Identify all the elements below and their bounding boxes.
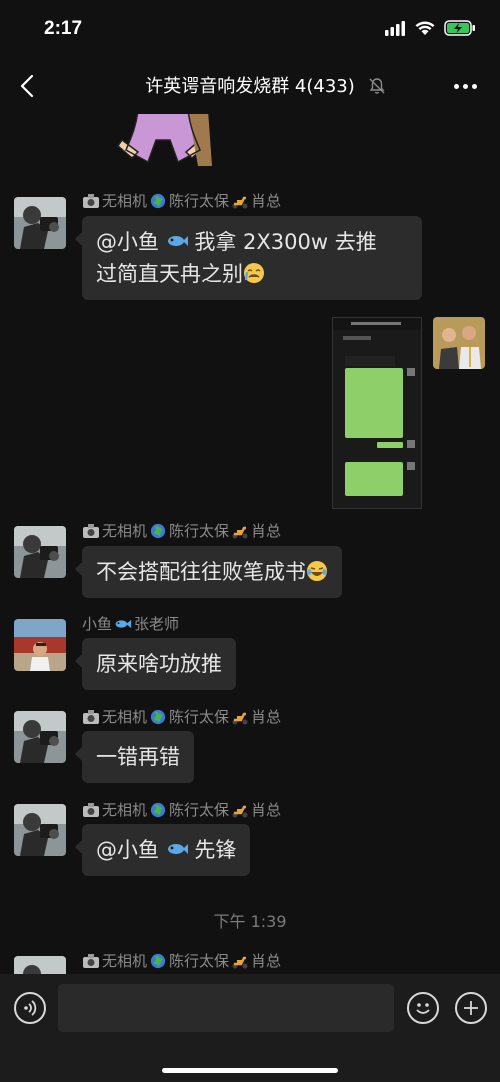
message-input[interactable] (58, 984, 394, 1032)
chat-messages[interactable]: 无相机 陈行太保 肖总 @小鱼 我拿 2X300w 去推 过简直天冉之别 无相机… (0, 114, 500, 974)
sender-name: 无相机 陈行太保 肖总 (82, 799, 281, 820)
message-bubble[interactable]: 原来啥功放推 (75, 638, 236, 690)
fish-emoji-icon (167, 844, 188, 854)
sender-name: 无相机 陈行太保 肖总 (82, 950, 281, 971)
sender-name: 无相机 陈行太保 肖总 (82, 190, 281, 211)
more-dot-icon (471, 83, 477, 89)
avatar-photo-icon (14, 197, 66, 249)
globe-emoji-icon (150, 193, 166, 208)
scooter-emoji-icon (232, 805, 248, 817)
shared-screenshot-image[interactable] (332, 317, 422, 509)
sender-name: 小鱼 张老师 (82, 615, 180, 633)
scooter-emoji-icon (232, 196, 248, 208)
status-bar: 2:17 (0, 0, 500, 58)
message-bubble[interactable]: 不会搭配往往败笔成书 (75, 546, 342, 598)
crying-face-emoji-icon (244, 263, 264, 283)
smiley-face-icon (416, 1003, 430, 1014)
scooter-emoji-icon (232, 956, 248, 968)
avatar-photo-icon (14, 526, 66, 578)
chat-screenshot-thumbnail-icon (333, 318, 421, 508)
scooter-emoji-icon (232, 712, 248, 724)
globe-emoji-icon (150, 523, 166, 538)
sender-avatar[interactable] (14, 711, 66, 763)
fish-emoji-icon (115, 619, 132, 628)
self-avatar[interactable] (433, 317, 485, 369)
chat-header: 许英谔音响发烧群 4(433) (0, 58, 500, 114)
sender-name: 无相机 陈行太保 肖总 (82, 706, 281, 727)
sender-name: 无相机 陈行太保 肖总 (82, 520, 281, 541)
sender-avatar[interactable] (14, 804, 66, 856)
more-actions-button[interactable] (455, 992, 487, 1024)
sticker-image[interactable] (108, 114, 214, 166)
fish-emoji-icon (167, 236, 188, 246)
wifi-icon (415, 21, 435, 35)
globe-emoji-icon (150, 709, 166, 724)
avatar-photo-icon (14, 711, 66, 763)
avatar-photo-icon (14, 619, 66, 671)
message-bubble[interactable]: @小鱼 我拿 2X300w 去推 过简直天冉之别 (75, 216, 422, 300)
globe-emoji-icon (150, 802, 166, 817)
emoji-button[interactable] (407, 992, 439, 1024)
voice-input-button[interactable] (14, 992, 46, 1024)
plus-icon (464, 1001, 478, 1015)
sender-avatar[interactable] (14, 197, 66, 249)
laughing-tears-emoji-icon (307, 561, 327, 581)
sender-avatar[interactable] (14, 956, 66, 974)
camera-emoji-icon (83, 709, 99, 724)
voice-wave-icon (24, 1000, 37, 1016)
time-separator: 下午 1:39 (213, 912, 287, 931)
status-icons (384, 20, 476, 36)
group-title: 许英谔音响发烧群 4(433) (145, 76, 355, 97)
sender-avatar[interactable] (14, 619, 66, 671)
scooter-emoji-icon (232, 526, 248, 538)
sender-avatar[interactable] (14, 526, 66, 578)
mute-bell-icon (369, 78, 385, 94)
message-input-bar (0, 974, 500, 1082)
camera-emoji-icon (83, 193, 99, 208)
more-options-button[interactable] (450, 76, 480, 96)
more-dot-icon (462, 83, 468, 89)
camera-emoji-icon (83, 523, 99, 538)
avatar-photo-icon (433, 317, 485, 369)
globe-emoji-icon (150, 953, 166, 968)
status-time: 2:17 (44, 18, 83, 39)
message-bubble[interactable]: 一错再错 (75, 731, 194, 783)
home-indicator[interactable] (162, 1068, 338, 1073)
more-dot-icon (453, 83, 459, 89)
camera-emoji-icon (83, 802, 99, 817)
message-bubble[interactable]: @小鱼 先锋 (74, 824, 251, 876)
cellular-signal-icon (385, 21, 405, 36)
battery-charging-icon (444, 20, 475, 36)
avatar-photo-icon (14, 956, 66, 974)
camera-emoji-icon (83, 953, 99, 968)
avatar-photo-icon (14, 804, 66, 856)
